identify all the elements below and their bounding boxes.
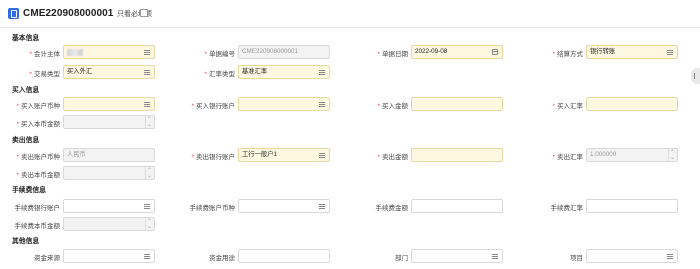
entity-value-blurred	[67, 49, 83, 56]
list-icon[interactable]	[319, 70, 325, 75]
entity-field[interactable]	[63, 45, 155, 59]
trade-type-value: 买入外汇	[67, 68, 93, 75]
number-stepper[interactable]	[145, 218, 154, 230]
list-icon[interactable]	[319, 204, 325, 209]
section-title-sell: 卖出信息	[12, 137, 40, 144]
list-icon[interactable]	[667, 254, 673, 259]
section-title-buy: 买入信息	[12, 87, 40, 94]
buy-currency-field[interactable]	[63, 97, 155, 111]
fee-rate-label: 手续费汇率	[550, 205, 584, 212]
project-field[interactable]	[586, 249, 678, 263]
sell-amount-label: * 卖出金额	[377, 154, 408, 161]
fee-rate-field[interactable]	[586, 199, 678, 213]
rate-type-label: * 汇率类型	[204, 71, 235, 78]
list-icon[interactable]	[144, 70, 150, 75]
document-icon	[8, 8, 19, 19]
list-icon[interactable]	[319, 153, 325, 158]
dept-field[interactable]	[411, 249, 503, 263]
buy-local-amount-label: * 买入本币金额	[16, 121, 60, 128]
fee-currency-label: 手续费账户币种	[189, 205, 236, 212]
section-title-basic: 基本信息	[12, 35, 40, 42]
buy-bank-label: * 买入银行账户	[191, 103, 235, 110]
list-icon[interactable]	[667, 50, 673, 55]
fee-bank-field[interactable]	[63, 199, 155, 213]
doc-date-field[interactable]: 2022-09-08	[411, 45, 503, 59]
doc-no-field[interactable]: CME220908000001	[238, 45, 330, 59]
settle-field[interactable]: 银行转账	[586, 45, 678, 59]
buy-currency-label: * 买入账户币种	[16, 103, 60, 110]
sell-currency-field[interactable]: 人民币	[63, 148, 155, 162]
number-stepper[interactable]	[145, 116, 154, 128]
buy-local-amount-field[interactable]	[63, 115, 155, 129]
buy-rate-label: * 买入汇率	[552, 103, 583, 110]
settle-value: 银行转账	[590, 48, 616, 55]
buy-amount-field[interactable]	[411, 97, 503, 111]
fee-local-amount-label: 手续费本币金额	[14, 223, 61, 230]
sell-bank-value: 工行一般户1	[242, 151, 277, 158]
fee-amount-label: 手续费金额	[375, 205, 409, 212]
sell-rate-field[interactable]: 1.000000	[586, 148, 678, 162]
sell-rate-value: 1.000000	[590, 151, 617, 158]
fee-local-amount-field[interactable]	[63, 217, 155, 231]
sell-local-amount-field[interactable]	[63, 166, 155, 180]
fee-bank-label: 手续费银行账户	[14, 205, 61, 212]
number-stepper[interactable]	[145, 167, 154, 179]
calendar-icon[interactable]	[492, 49, 498, 55]
document-number-title: CME220908000001	[23, 8, 114, 19]
list-icon[interactable]	[144, 254, 150, 259]
list-icon[interactable]	[144, 102, 150, 107]
buy-bank-field[interactable]	[238, 97, 330, 111]
buy-rate-field[interactable]	[586, 97, 678, 111]
list-icon[interactable]	[319, 102, 325, 107]
doc-date-value: 2022-09-08	[415, 48, 448, 55]
fund-source-field[interactable]	[63, 249, 155, 263]
section-title-other: 其他信息	[12, 238, 40, 245]
side-panel-toggle[interactable]	[691, 68, 700, 84]
project-label: 项目	[570, 255, 583, 262]
sell-bank-label: * 卖出银行账户	[191, 154, 235, 161]
sell-bank-field[interactable]: 工行一般户1	[238, 148, 330, 162]
number-stepper[interactable]	[668, 149, 677, 161]
trade-type-label: * 交易类型	[29, 71, 60, 78]
sell-amount-field[interactable]	[411, 148, 503, 162]
rate-type-value: 基准汇率	[242, 68, 268, 75]
dept-label: 部门	[395, 255, 408, 262]
sell-local-amount-label: * 卖出本币金额	[16, 172, 60, 179]
fund-use-field[interactable]	[238, 249, 330, 263]
fund-source-label: 资金来源	[34, 255, 60, 262]
entity-label: * 会计主体	[29, 51, 60, 58]
doc-no-label: * 单据编号	[204, 51, 235, 58]
section-title-fee: 手续费信息	[12, 187, 46, 194]
fee-amount-field[interactable]	[411, 199, 503, 213]
list-icon[interactable]	[144, 50, 150, 55]
settle-label: * 结算方式	[552, 51, 583, 58]
buy-amount-label: * 买入金额	[377, 103, 408, 110]
fund-use-label: 资金用途	[209, 255, 235, 262]
fee-currency-field[interactable]	[238, 199, 330, 213]
doc-date-label: * 单据日期	[377, 51, 408, 58]
rate-type-field[interactable]: 基准汇率	[238, 65, 330, 79]
trade-type-field[interactable]: 买入外汇	[63, 65, 155, 79]
sell-rate-label: * 卖出汇率	[552, 154, 583, 161]
only-required-checkbox[interactable]	[140, 9, 148, 17]
sell-currency-label: * 卖出账户币种	[16, 154, 60, 161]
list-icon[interactable]	[144, 204, 150, 209]
list-icon[interactable]	[492, 254, 498, 259]
